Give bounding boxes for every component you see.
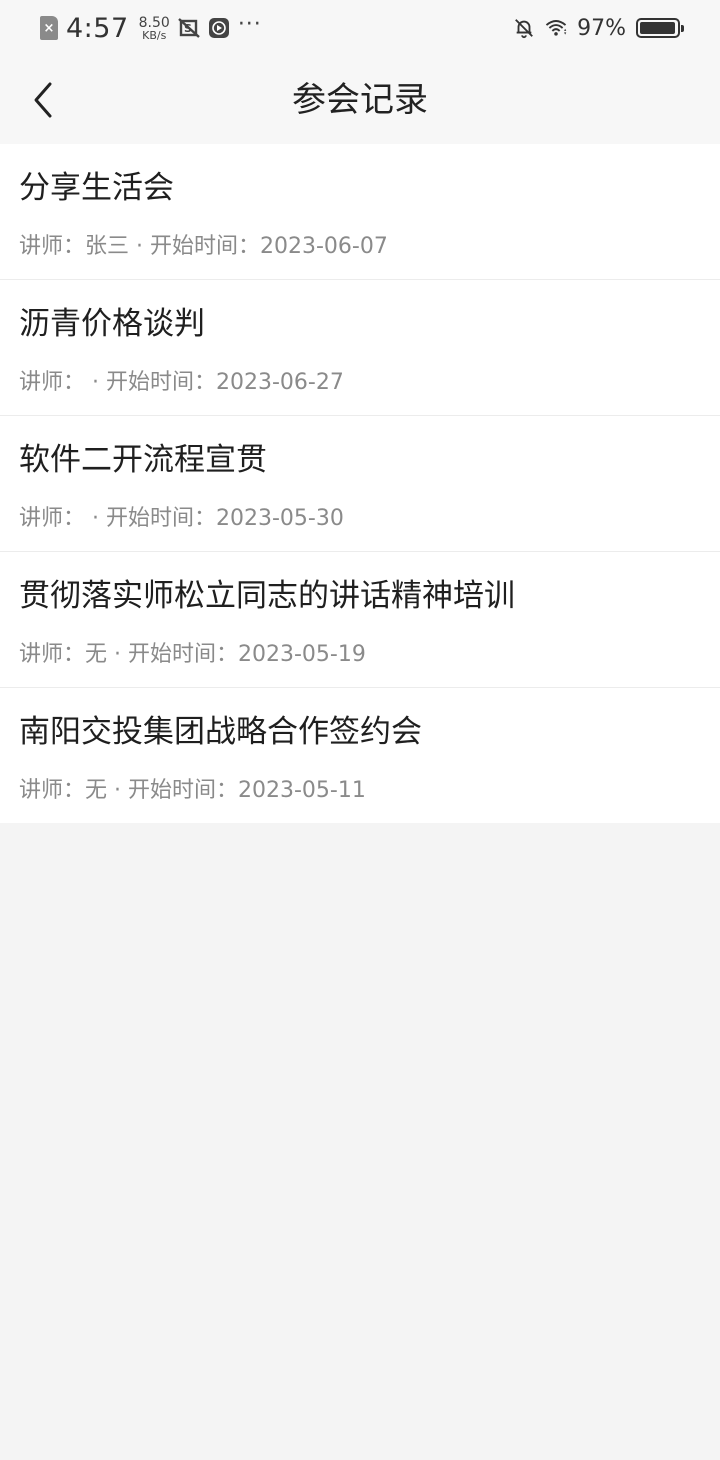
record-title: 贯彻落实师松立同志的讲话精神培训 — [19, 578, 515, 614]
status-time: 4:57 — [66, 12, 129, 44]
record-meta: 讲师： · 开始时间：2023-06-27 — [19, 370, 344, 395]
svg-text:S: S — [184, 22, 192, 35]
no-sim-icon: × — [40, 16, 58, 40]
status-bar-left: × 4:57 8.50 KB/s S ··· — [40, 12, 262, 44]
network-speed: 8.50 KB/s — [139, 16, 170, 41]
battery-fill — [640, 22, 675, 34]
chevron-left-icon — [34, 82, 52, 118]
wifi-icon — [545, 17, 567, 39]
list-item[interactable]: 沥青价格谈判 讲师： · 开始时间：2023-06-27 — [0, 280, 720, 416]
status-bar: × 4:57 8.50 KB/s S ··· 97% — [0, 0, 720, 56]
record-meta: 讲师：无 · 开始时间：2023-05-19 — [19, 642, 366, 667]
bell-muted-icon — [513, 17, 535, 39]
nav-bar: 参会记录 — [0, 56, 720, 144]
record-title: 沥青价格谈判 — [19, 306, 205, 342]
record-meta: 讲师：张三 · 开始时间：2023-06-07 — [19, 234, 388, 259]
list-item[interactable]: 南阳交投集团战略合作签约会 讲师：无 · 开始时间：2023-05-11 — [0, 688, 720, 823]
record-title: 软件二开流程宣贯 — [19, 442, 267, 478]
back-button[interactable] — [20, 76, 68, 124]
network-speed-unit: KB/s — [142, 28, 167, 42]
list-item[interactable]: 分享生活会 讲师：张三 · 开始时间：2023-06-07 — [0, 144, 720, 280]
battery-percent: 97% — [577, 15, 626, 41]
media-play-icon — [208, 17, 230, 39]
screenshot-app-icon: S — [178, 17, 200, 39]
record-meta: 讲师： · 开始时间：2023-05-30 — [19, 506, 344, 531]
list-item[interactable]: 软件二开流程宣贯 讲师： · 开始时间：2023-05-30 — [0, 416, 720, 552]
page-title: 参会记录 — [292, 80, 428, 120]
list-item[interactable]: 贯彻落实师松立同志的讲话精神培训 讲师：无 · 开始时间：2023-05-19 — [0, 552, 720, 688]
no-sim-mark: × — [43, 20, 55, 36]
network-speed-value: 8.50 — [138, 14, 170, 31]
record-title: 分享生活会 — [19, 170, 174, 206]
record-title: 南阳交投集团战略合作签约会 — [19, 714, 422, 750]
more-notifications-icon: ··· — [237, 12, 262, 37]
record-meta: 讲师：无 · 开始时间：2023-05-11 — [19, 778, 366, 803]
status-bar-right: 97% — [513, 12, 684, 44]
battery-icon — [636, 18, 684, 38]
meeting-record-list: 分享生活会 讲师：张三 · 开始时间：2023-06-07 沥青价格谈判 讲师：… — [0, 144, 720, 823]
